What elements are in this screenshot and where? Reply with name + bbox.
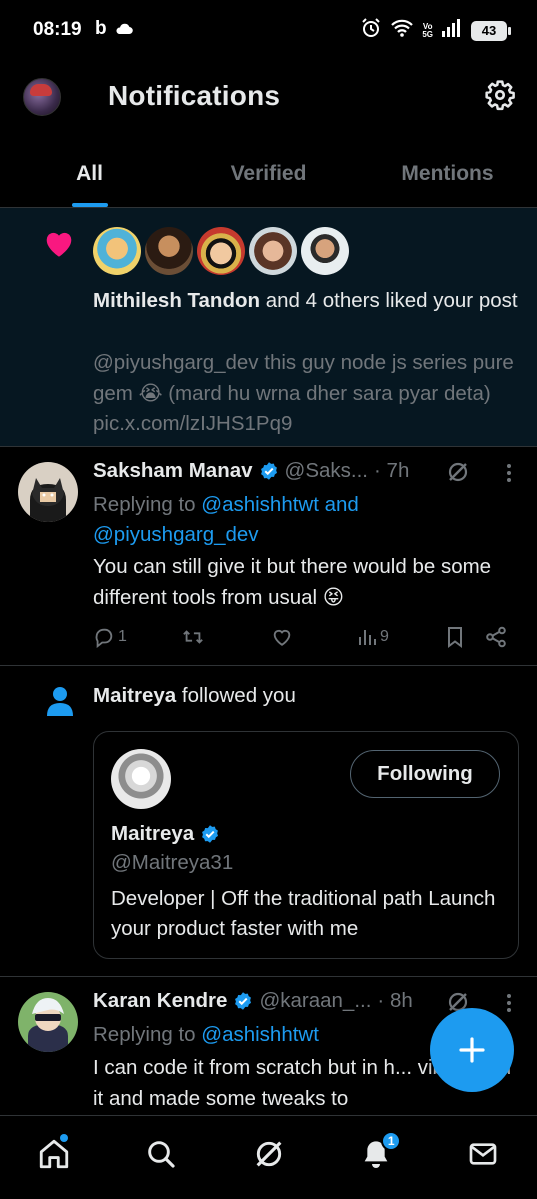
reply-tweet[interactable]: Saksham Manav @Saks... · 7h Replying to …	[0, 448, 537, 666]
share-button[interactable]	[485, 626, 507, 648]
user-bio: Developer | Off the traditional path Lau…	[111, 887, 496, 940]
like-action-text: and 4 others liked your post	[260, 289, 518, 312]
reply-icon	[95, 628, 113, 648]
avatar[interactable]	[18, 992, 78, 1052]
verified-badge-icon	[200, 824, 220, 844]
replying-prefix: Replying to	[93, 1023, 202, 1046]
views-button[interactable]: 9	[357, 627, 445, 647]
bottom-navigation: 1	[0, 1115, 537, 1199]
nav-grok[interactable]	[215, 1116, 322, 1199]
grok-icon[interactable]	[446, 460, 470, 489]
user-card[interactable]: Following Maitreya @Maitreya31 Developer…	[93, 731, 519, 959]
top-app-bar: Notifications	[0, 62, 537, 137]
like-button[interactable]	[271, 626, 357, 648]
plus-icon	[459, 1037, 485, 1063]
follow-notification[interactable]: Maitreya followed you Following Maitreya…	[0, 666, 537, 977]
repost-icon	[183, 630, 203, 644]
avatar[interactable]	[111, 749, 171, 809]
tab-mentions[interactable]: Mentions	[358, 148, 537, 207]
avatar[interactable]	[145, 227, 193, 275]
more-options-icon[interactable]	[505, 992, 513, 1019]
nav-notifications[interactable]: 1	[322, 1116, 429, 1199]
follow-action-text: followed you	[176, 684, 296, 707]
follow-notification-text: Maitreya followed you	[93, 684, 296, 708]
reply-button[interactable]: 1	[93, 626, 181, 648]
new-content-dot	[60, 1134, 68, 1142]
replying-to: Replying to @ashishhtwt and @piyushgarg_…	[93, 490, 513, 550]
nav-home[interactable]	[0, 1116, 107, 1199]
view-count: 9	[380, 628, 389, 645]
compose-button[interactable]	[430, 1008, 514, 1092]
b-app-icon: b	[95, 18, 107, 39]
tweet-timestamp[interactable]: · 7h	[374, 459, 409, 483]
nav-search[interactable]	[107, 1116, 214, 1199]
settings-button[interactable]	[483, 78, 517, 112]
more-options-icon[interactable]	[505, 462, 513, 489]
tweet-actions: 1 9	[93, 622, 513, 652]
notification-tabs: All Verified Mentions	[0, 148, 537, 208]
share-icon	[486, 626, 506, 648]
bookmark-icon	[448, 627, 462, 648]
verified-badge-icon	[259, 461, 279, 481]
following-button[interactable]: Following	[350, 750, 500, 798]
avatar[interactable]	[197, 227, 245, 275]
volte-indicator: Vo 5G	[422, 21, 433, 39]
cloud-icon	[115, 22, 133, 40]
replying-to-links[interactable]: @ashishhtwt	[201, 1023, 319, 1046]
author-name[interactable]: Saksham Manav	[93, 459, 253, 483]
avatar[interactable]	[18, 462, 78, 522]
person-icon	[46, 686, 74, 721]
notification-badge: 1	[381, 1131, 402, 1151]
tab-all[interactable]: All	[0, 148, 179, 207]
views-icon	[359, 630, 376, 645]
tweet-header: Karan Kendre @karaan_... · 8h	[93, 989, 413, 1013]
mail-icon	[469, 1142, 497, 1165]
liker-avatars	[93, 227, 349, 275]
repost-button[interactable]	[181, 626, 271, 648]
page-title: Notifications	[108, 80, 281, 111]
tweet-header: Saksham Manav @Saks... · 7h	[93, 459, 409, 483]
signal-icon	[441, 19, 463, 42]
user-handle: @Maitreya31	[111, 851, 234, 874]
author-handle[interactable]: @karaan_...	[259, 989, 371, 1013]
wifi-icon	[390, 18, 414, 43]
author-handle[interactable]: @Saks...	[285, 459, 368, 483]
verified-badge-icon	[233, 991, 253, 1011]
gear-icon	[485, 80, 515, 111]
heart-outline-icon	[273, 629, 291, 646]
avatar[interactable]	[249, 227, 297, 275]
search-icon	[148, 1140, 175, 1168]
heart-icon	[42, 228, 76, 263]
reply-count: 1	[118, 628, 127, 645]
battery-icon: 43	[471, 20, 511, 41]
profile-avatar[interactable]	[23, 78, 61, 116]
tweet-text: You can still give it but there would be…	[93, 555, 492, 609]
alarm-icon	[360, 17, 382, 44]
avatar[interactable]	[93, 227, 141, 275]
status-bar: 08:19 b Vo 5G 43	[0, 0, 537, 62]
grok-icon	[256, 1141, 281, 1166]
status-time: 08:19	[33, 19, 82, 40]
actor-name[interactable]: Mithilesh Tandon	[93, 289, 260, 312]
actor-name[interactable]: Maitreya	[93, 684, 176, 707]
avatar[interactable]	[301, 227, 349, 275]
liked-post-preview: @piyushgarg_dev this guy node js series …	[93, 351, 514, 435]
tab-verified[interactable]: Verified	[179, 148, 358, 207]
like-notification-text: Mithilesh Tandon and 4 others liked your…	[93, 286, 523, 316]
tweet-timestamp[interactable]: · 8h	[377, 989, 412, 1013]
user-name[interactable]: Maitreya	[111, 822, 194, 846]
author-name[interactable]: Karan Kendre	[93, 989, 227, 1013]
like-notification[interactable]: Mithilesh Tandon and 4 others liked your…	[0, 208, 537, 447]
replying-prefix: Replying to	[93, 493, 202, 516]
nav-messages[interactable]	[430, 1116, 537, 1199]
user-card-name: Maitreya	[111, 822, 226, 846]
bookmark-button[interactable]	[445, 626, 485, 648]
